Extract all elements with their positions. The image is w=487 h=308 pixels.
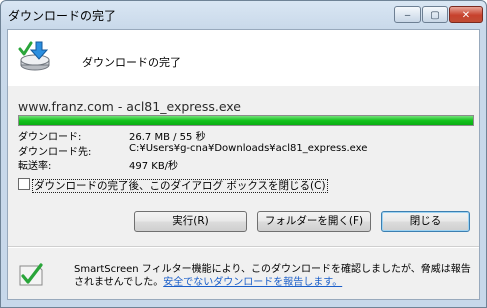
info-label: ダウンロード先: — [18, 147, 92, 158]
info-value: 26.7 MB / 55 秒 — [129, 132, 206, 143]
download-source: www.franz.com - acl81_express.exe — [18, 99, 241, 114]
close-on-complete-option[interactable]: ダウンロードの完了後、このダイアログ ボックスを閉じる(C) — [18, 178, 328, 193]
report-unsafe-download-link[interactable]: 安全でないダウンロードを報告します。 — [163, 277, 342, 288]
maximize-button[interactable]: ▢ — [422, 6, 448, 23]
progress-fill — [19, 116, 473, 125]
info-label: ダウンロード: — [18, 132, 82, 143]
dialog-body: ダウンロードの完了 www.franz.com - acl81_express.… — [7, 29, 480, 300]
open-folder-button[interactable]: フォルダーを開く(F) — [257, 211, 371, 232]
info-value: C:¥Users¥g-cna¥Downloads¥acl81_express.e… — [129, 143, 368, 154]
run-button[interactable]: 実行(R) — [134, 211, 247, 232]
window-title: ダウンロードの完了 — [8, 9, 117, 23]
divider-highlight — [8, 247, 479, 248]
close-button[interactable]: 閉じる — [381, 211, 470, 232]
title-bar: ダウンロードの完了 ‒ ▢ ✕ — [1, 1, 486, 28]
close-window-button[interactable]: ✕ — [449, 6, 483, 23]
download-progress-bar — [18, 115, 474, 126]
info-label: 転送率: — [18, 161, 52, 172]
download-complete-window: ダウンロードの完了 ‒ ▢ ✕ ダウンロードの完了 www.franz.com … — [0, 0, 487, 308]
header-title: ダウンロードの完了 — [82, 56, 181, 69]
close-on-complete-checkbox[interactable] — [18, 178, 30, 190]
minimize-button[interactable]: ‒ — [394, 6, 421, 23]
smartscreen-message: SmartScreen フィルター機能により、このダウンロードを確認しましたが、… — [74, 263, 474, 289]
shield-check-icon — [19, 263, 43, 286]
download-complete-icon — [18, 41, 50, 71]
info-value: 497 KB/秒 — [129, 161, 179, 172]
close-on-complete-label[interactable]: ダウンロードの完了後、このダイアログ ボックスを閉じる(C) — [32, 179, 328, 193]
dialog-header: ダウンロードの完了 — [8, 30, 479, 86]
